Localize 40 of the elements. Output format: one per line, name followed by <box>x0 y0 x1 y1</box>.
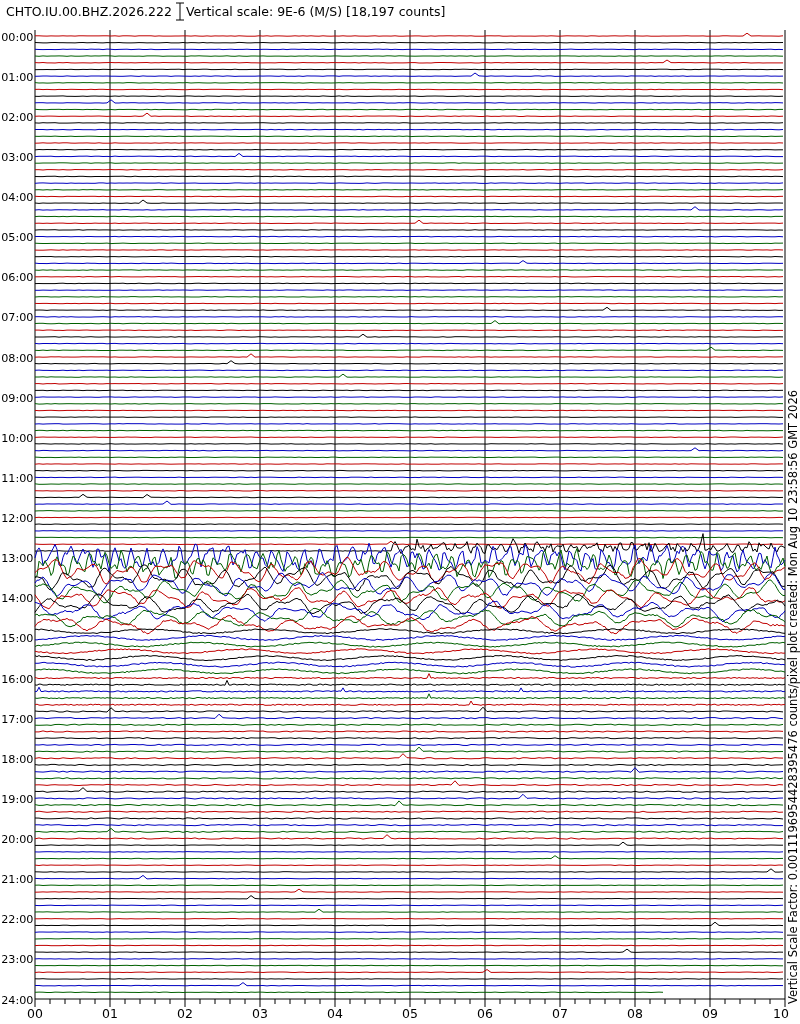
hour-label: 24:00 <box>1 993 34 1007</box>
minute-label: 05 <box>402 1006 418 1021</box>
hour-label: 23:00 <box>1 953 34 967</box>
hour-label: 04:00 <box>1 191 34 204</box>
minute-label: 09 <box>702 1006 718 1021</box>
minute-label: 03 <box>252 1006 268 1021</box>
hour-label: 22:00 <box>1 913 34 927</box>
minute-label: 08 <box>627 1006 643 1021</box>
minute-label: 10 <box>773 1006 789 1021</box>
hour-label: 11:00 <box>1 471 34 485</box>
minute-label: 02 <box>177 1006 193 1021</box>
hour-label: 09:00 <box>1 391 34 405</box>
scale-factor-label: Vertical Scale Factor: 0.0011196954428395476 counts/pixel plot created: Mon Aug 10 23:58:56 GMT 2026 <box>786 389 800 1004</box>
hour-label: 14:00 <box>1 592 34 606</box>
hour-label: 02:00 <box>1 110 34 124</box>
hour-label: 20:00 <box>1 833 34 846</box>
minute-label: 07 <box>552 1006 568 1021</box>
minute-label: 06 <box>477 1006 493 1021</box>
minute-label: 04 <box>327 1006 343 1021</box>
vertical-scale-label: Vertical scale: 9E-6 (M/S) [18,197 counts] <box>186 4 446 19</box>
hour-label: 21:00 <box>1 873 34 887</box>
minute-label: 01 <box>102 1006 118 1021</box>
hour-label: 19:00 <box>1 792 34 806</box>
minute-label: 00 <box>27 1006 43 1021</box>
hour-label: 08:00 <box>1 351 34 365</box>
hour-label: 07:00 <box>1 311 34 325</box>
hour-label: 12:00 <box>1 512 34 525</box>
hour-label: 17:00 <box>1 712 34 726</box>
hour-label: 03:00 <box>1 150 34 164</box>
hour-label: 01:00 <box>1 70 34 84</box>
hour-label: 10:00 <box>1 431 34 445</box>
hour-label: 05:00 <box>1 231 34 245</box>
scale-bar-icon <box>175 2 185 21</box>
hour-label: 18:00 <box>1 752 34 766</box>
station-label: CHTO.IU.00.BHZ.2026.222 <box>6 4 172 19</box>
hour-label: 00:00 <box>1 30 34 44</box>
hour-label: 15:00 <box>1 632 34 646</box>
hour-label: 06:00 <box>1 271 34 285</box>
hour-label: 13:00 <box>1 552 34 566</box>
hour-label: 16:00 <box>1 672 34 686</box>
